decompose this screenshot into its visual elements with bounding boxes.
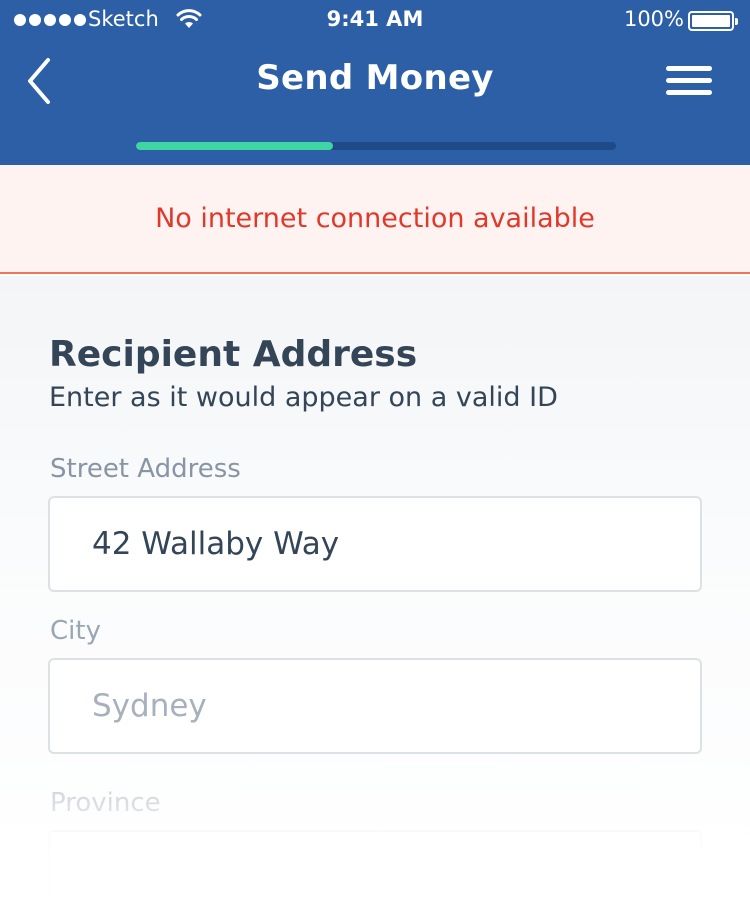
city-input[interactable] <box>48 658 702 754</box>
app-header: Sketch 9:41 AM 100% Send Money <box>0 0 750 165</box>
street-address-input[interactable] <box>48 496 702 592</box>
progress-bar <box>136 142 616 150</box>
battery-percentage: 100% <box>623 7 684 31</box>
province-input[interactable] <box>48 830 702 918</box>
send-money-screen: Sketch 9:41 AM 100% Send Money No intern… <box>0 0 750 918</box>
menu-button[interactable] <box>666 64 714 98</box>
progress-bar-fill <box>136 142 333 150</box>
battery-icon <box>688 11 738 31</box>
address-form: Recipient Address Enter as it would appe… <box>0 276 750 918</box>
status-bar: Sketch 9:41 AM 100% <box>0 0 750 40</box>
section-subtitle: Enter as it would appear on a valid ID <box>49 382 558 413</box>
page-title: Send Money <box>256 58 494 98</box>
city-label: City <box>50 616 101 646</box>
offline-banner-message: No internet connection available <box>155 203 595 234</box>
offline-banner: No internet connection available <box>0 165 750 274</box>
street-address-label: Street Address <box>50 454 241 484</box>
section-title: Recipient Address <box>49 334 418 375</box>
province-label: Province <box>50 788 161 818</box>
